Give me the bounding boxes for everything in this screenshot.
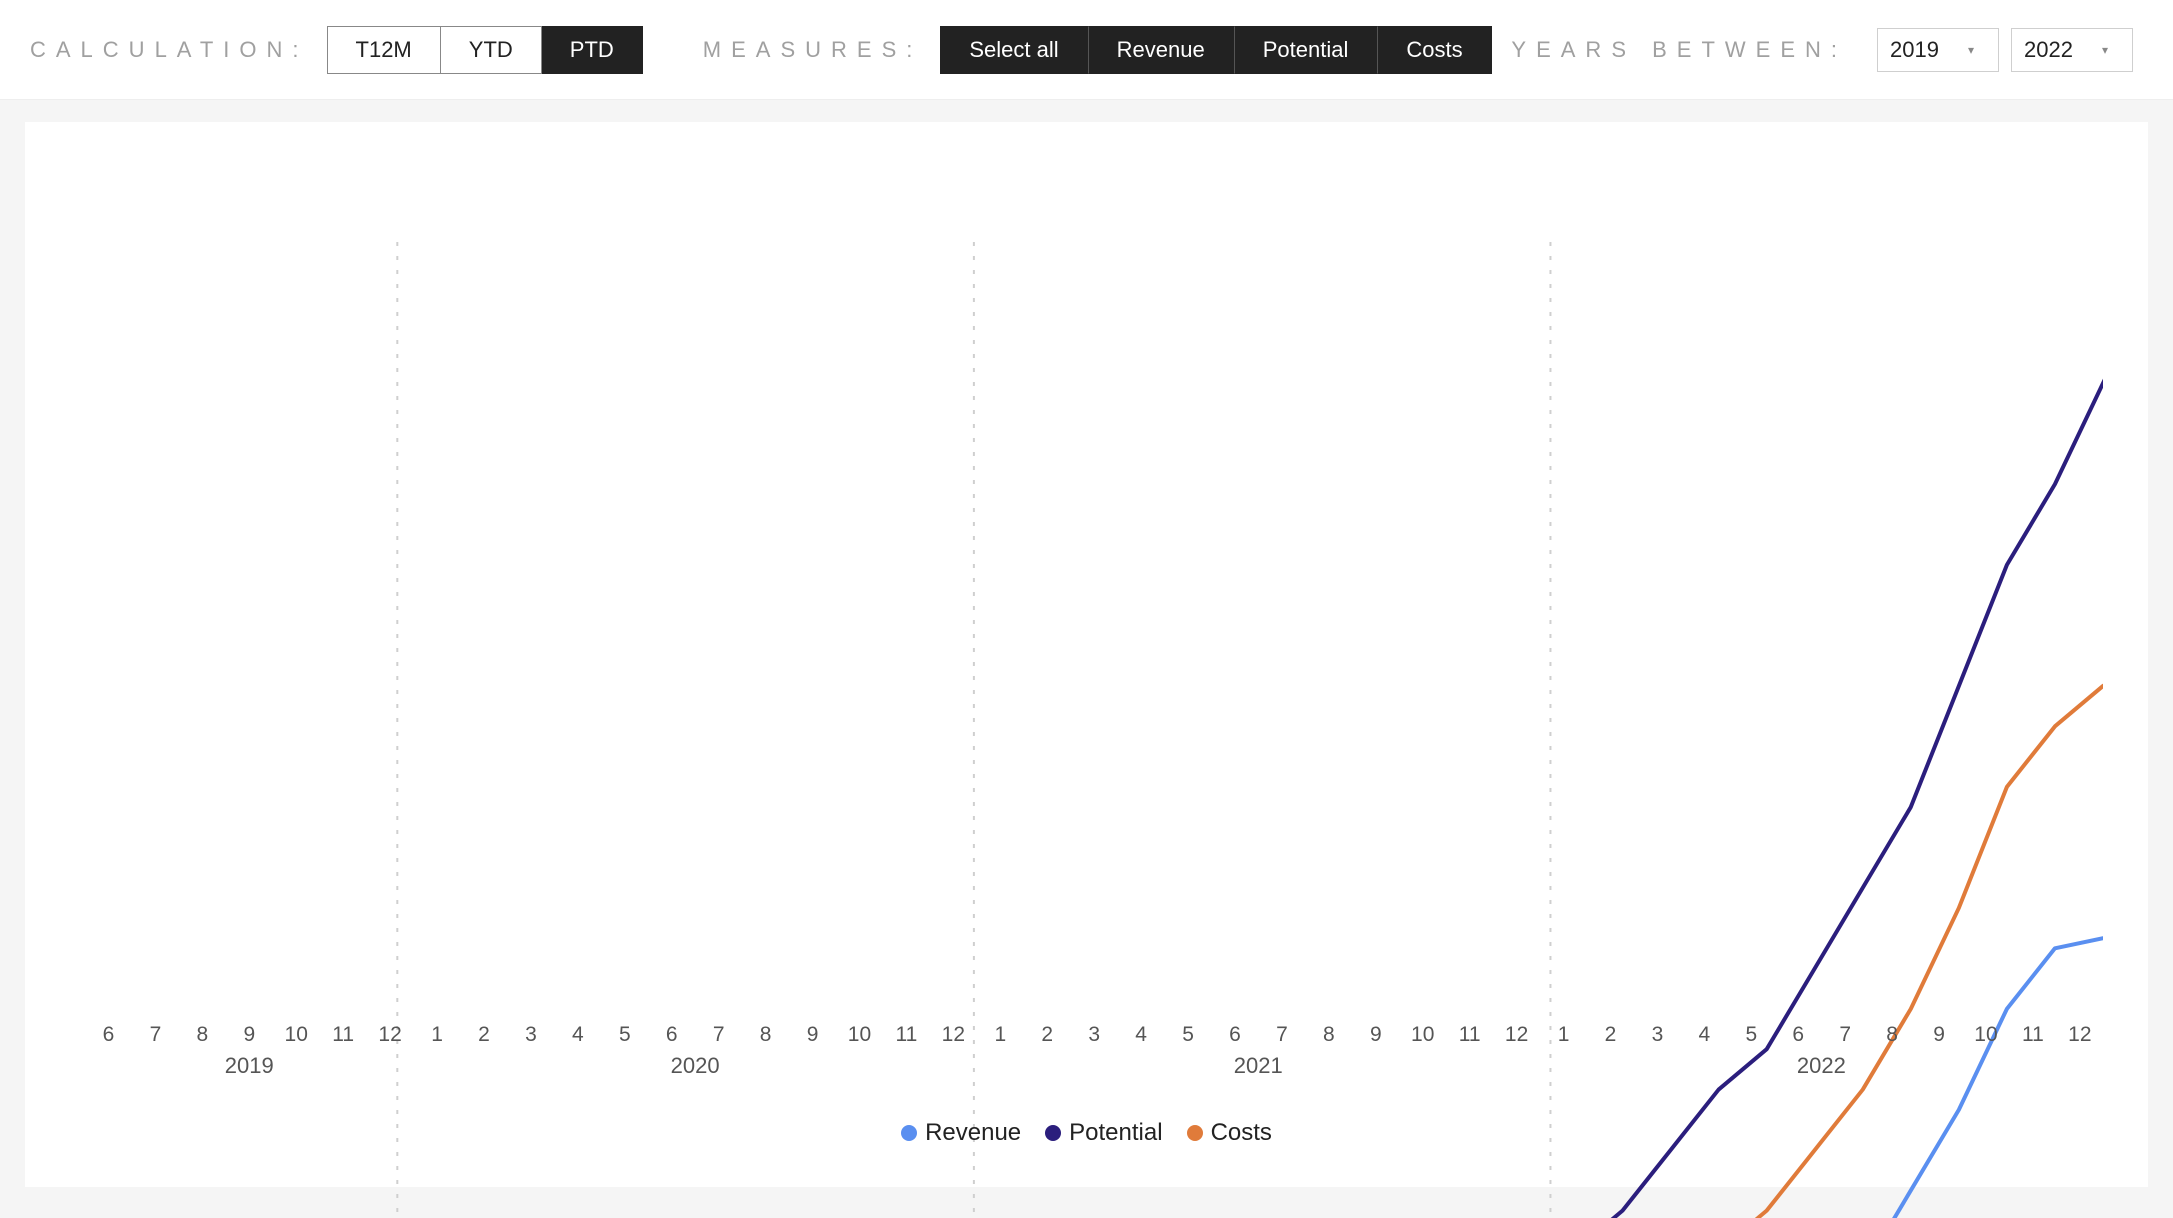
x-tick-month: 12 [367,1023,414,1047]
measure-select-all-button[interactable]: Select all [940,26,1087,74]
x-tick-month: 6 [1212,1023,1259,1047]
x-tick-month: 9 [226,1023,273,1047]
measure-potential-button[interactable]: Potential [1234,26,1378,74]
x-tick-month: 7 [1822,1023,1869,1047]
x-tick-month: 10 [1399,1023,1446,1047]
x-tick-month: 7 [1258,1023,1305,1047]
measure-costs-button[interactable]: Costs [1377,26,1491,74]
chart-card: 6789101112123456789101112123456789101112… [25,122,2148,1187]
x-tick-month: 3 [1634,1023,1681,1047]
x-tick-month: 4 [1681,1023,1728,1047]
legend-marker-icon [1187,1125,1203,1141]
x-tick-month: 5 [1165,1023,1212,1047]
x-tick-year: 2021 [977,1053,1540,1079]
x-tick-month: 4 [1118,1023,1165,1047]
x-tick-month: 4 [554,1023,601,1047]
x-tick-month: 8 [1305,1023,1352,1047]
x-tick-month: 5 [601,1023,648,1047]
x-tick-month: 9 [789,1023,836,1047]
x-tick-year: 2022 [1540,1053,2103,1079]
x-tick-month: 6 [648,1023,695,1047]
x-tick-month: 9 [1352,1023,1399,1047]
x-tick-month: 12 [930,1023,977,1047]
x-tick-month: 6 [85,1023,132,1047]
legend-marker-icon [901,1125,917,1141]
legend-marker-icon [1045,1125,1061,1141]
year-from-dropdown[interactable]: 2019 ▾ [1877,28,1999,72]
x-tick-year: 2020 [414,1053,977,1079]
chevron-down-icon: ▾ [1968,43,1974,57]
x-tick-month: 11 [2009,1023,2056,1047]
x-tick-month: 3 [1071,1023,1118,1047]
x-tick-month: 10 [836,1023,883,1047]
x-tick-month: 2 [461,1023,508,1047]
x-tick-month: 1 [1540,1023,1587,1047]
x-tick-month: 11 [883,1023,930,1047]
x-tick-month: 7 [695,1023,742,1047]
x-axis-month-labels: 6789101112123456789101112123456789101112… [85,1023,2103,1047]
year-to-dropdown[interactable]: 2022 ▾ [2011,28,2133,72]
x-tick-month: 11 [1446,1023,1493,1047]
x-tick-month: 8 [1869,1023,1916,1047]
chart-legend: Revenue Potential Costs [25,1119,2148,1147]
x-tick-month: 1 [977,1023,1024,1047]
calc-ptd-button[interactable]: PTD [542,26,643,74]
calc-t12m-button[interactable]: T12M [327,26,441,74]
year-from-value: 2019 [1890,37,1939,63]
x-tick-year: 2019 [85,1053,414,1079]
x-tick-month: 5 [1728,1023,1775,1047]
x-tick-month: 8 [742,1023,789,1047]
calc-ytd-button[interactable]: YTD [441,26,542,74]
x-tick-month: 2 [1024,1023,1071,1047]
legend-item[interactable]: Revenue [901,1119,1021,1147]
x-tick-month: 7 [132,1023,179,1047]
x-tick-month: 3 [507,1023,554,1047]
x-tick-month: 10 [1963,1023,2010,1047]
x-tick-month: 12 [1493,1023,1540,1047]
calculation-label: CALCULATION: [30,37,309,63]
years-between-label: YEARS BETWEEN: [1511,37,1847,63]
year-to-value: 2022 [2024,37,2073,63]
x-axis-year-labels: 2019202020212022 [85,1053,2103,1079]
x-tick-month: 2 [1587,1023,1634,1047]
legend-item[interactable]: Potential [1045,1119,1162,1147]
x-tick-month: 6 [1775,1023,1822,1047]
x-tick-month: 1 [414,1023,461,1047]
x-tick-month: 9 [1916,1023,1963,1047]
x-tick-month: 10 [273,1023,320,1047]
top-toolbar: CALCULATION: T12M YTD PTD MEASURES: Sele… [0,0,2173,100]
x-tick-month: 12 [2056,1023,2103,1047]
legend-item[interactable]: Costs [1187,1119,1272,1147]
calculation-button-group: T12M YTD PTD [327,26,643,74]
measures-label: MEASURES: [703,37,923,63]
measures-button-group: Select all Revenue Potential Costs [940,26,1491,74]
x-tick-month: 8 [179,1023,226,1047]
x-tick-month: 11 [320,1023,367,1047]
chevron-down-icon: ▾ [2102,43,2108,57]
measure-revenue-button[interactable]: Revenue [1088,26,1234,74]
